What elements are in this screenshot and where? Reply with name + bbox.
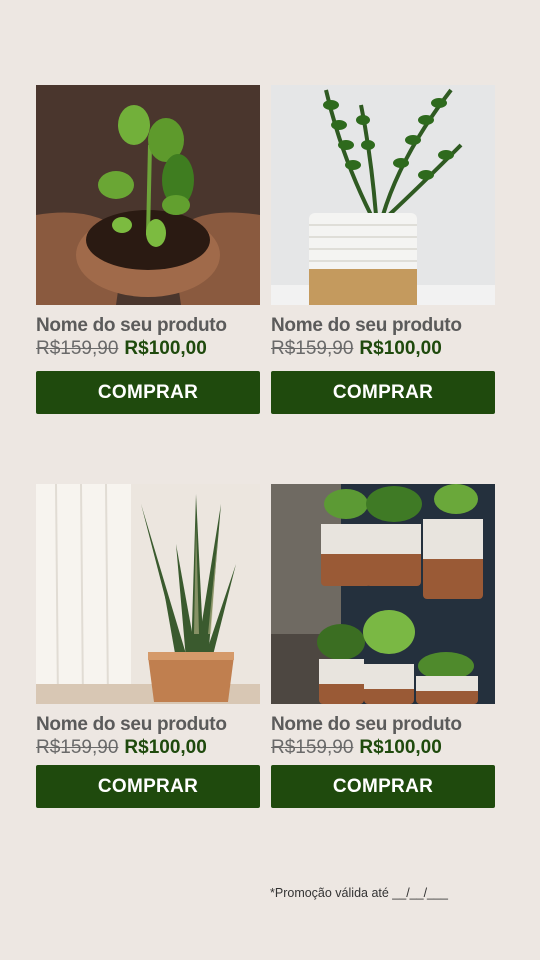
product-card: Nome do seu produto R$159,90 R$100,00 COM…: [271, 85, 495, 414]
old-price: R$159,90: [36, 338, 119, 359]
old-price: R$159,90: [271, 737, 354, 758]
product-prices: R$159,90 R$100,00: [271, 737, 495, 759]
product-prices: R$159,90 R$100,00: [36, 338, 260, 360]
promotion-validity-note: *Promoção válida até __/__/___: [270, 886, 448, 900]
product-prices: R$159,90 R$100,00: [271, 338, 495, 360]
current-price: R$100,00: [359, 737, 442, 758]
buy-button[interactable]: COMPRAR: [36, 371, 260, 414]
old-price: R$159,90: [36, 737, 119, 758]
product-name: Nome do seu produto: [36, 714, 227, 735]
buy-button[interactable]: COMPRAR: [271, 765, 495, 808]
current-price: R$100,00: [124, 338, 207, 359]
product-prices: R$159,90 R$100,00: [36, 737, 260, 759]
product-image[interactable]: [36, 85, 260, 305]
product-image[interactable]: [36, 484, 260, 704]
current-price: R$100,00: [359, 338, 442, 359]
buy-button[interactable]: COMPRAR: [36, 765, 260, 808]
product-card: Nome do seu produto R$159,90 R$100,00 COM…: [36, 85, 260, 414]
buy-button[interactable]: COMPRAR: [271, 371, 495, 414]
product-image[interactable]: [271, 484, 495, 704]
product-name: Nome do seu produto: [36, 315, 227, 336]
product-image[interactable]: [271, 85, 495, 305]
product-name: Nome do seu produto: [271, 714, 462, 735]
old-price: R$159,90: [271, 338, 354, 359]
product-card: Nome do seu produto R$159,90 R$100,00 COM…: [36, 484, 260, 808]
current-price: R$100,00: [124, 737, 207, 758]
product-card: Nome do seu produto R$159,90 R$100,00 COM…: [271, 484, 495, 808]
product-name: Nome do seu produto: [271, 315, 462, 336]
